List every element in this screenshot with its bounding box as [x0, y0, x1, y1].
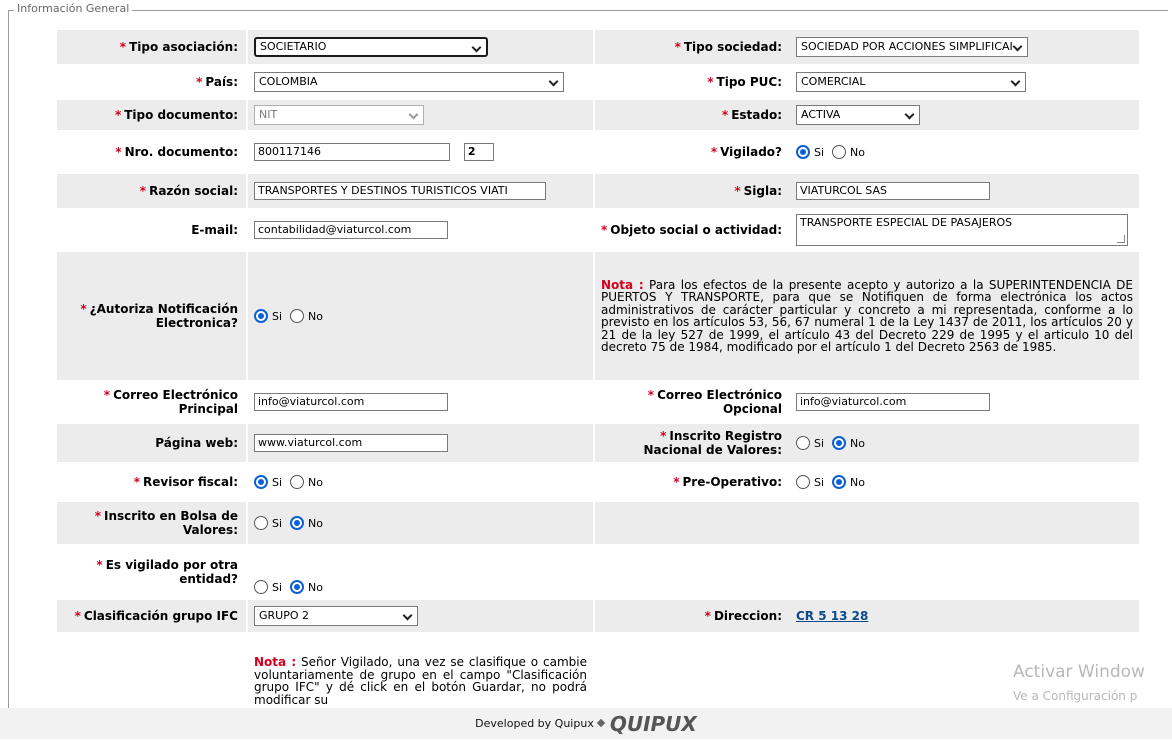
- label-vigilado: * Vigilado?: [594, 130, 790, 174]
- label-pais: * País:: [57, 64, 248, 100]
- vigilado-otra-si-radio[interactable]: [254, 580, 268, 594]
- label-tipo-puc: * Tipo PUC:: [594, 64, 790, 100]
- label-grupo-ifc: * Clasificación grupo IFC: [57, 600, 248, 632]
- activation-watermark-title: Activar Window: [1013, 662, 1145, 682]
- general-info-form: * Tipo asociación: SOCIETARIO * Tipo socie…: [57, 30, 1139, 706]
- tipo-documento-select: NIT: [254, 105, 424, 125]
- chevron-down-icon: [408, 109, 419, 120]
- correo-opcional-input[interactable]: info@viaturcol.com: [796, 393, 990, 411]
- nro-documento-input[interactable]: 800117146: [254, 143, 450, 161]
- vigilado-no-radio[interactable]: [832, 145, 847, 160]
- chevron-down-icon: [402, 610, 413, 621]
- label-tipo-asociacion: * Tipo asociación:: [57, 30, 248, 64]
- tipo-asociacion-select[interactable]: SOCIETARIO: [254, 37, 488, 57]
- label-razon-social: * Razón social:: [57, 174, 248, 208]
- activation-watermark-subtitle: Ve a Configuración p: [1013, 689, 1138, 703]
- label-pre-operativo: * Pre-Operativo:: [594, 462, 790, 502]
- label-objeto-social: * Objeto social o actividad:: [594, 208, 790, 252]
- pre-operativo-no-radio[interactable]: [832, 475, 847, 490]
- correo-principal-input[interactable]: info@viaturcol.com: [254, 393, 448, 411]
- digito-verificacion-input[interactable]: 2: [463, 143, 494, 161]
- label-email: E-mail:: [57, 208, 248, 252]
- bolsa-valores-si-radio[interactable]: [254, 516, 268, 531]
- vigilado-otra-no-radio[interactable]: [290, 580, 305, 594]
- objeto-social-textarea[interactable]: TRANSPORTE ESPECIAL DE PASAJEROS: [796, 214, 1128, 246]
- label-revisor-fiscal: * Revisor fiscal:: [57, 462, 248, 502]
- label-direccion: * Direccion:: [594, 600, 790, 632]
- registro-nacional-no-radio[interactable]: [832, 436, 847, 451]
- tipo-puc-select[interactable]: COMERCIAL: [796, 72, 1026, 92]
- bolsa-valores-no-radio[interactable]: [290, 516, 305, 531]
- label-pagina-web: Página web:: [57, 424, 248, 462]
- label-correo-opcional: * Correo Electrónico Opcional: [594, 380, 790, 424]
- label-vigilado-otra: * Es vigilado por otra entidad?: [57, 544, 248, 600]
- chevron-down-icon: [471, 42, 482, 53]
- pagina-web-input[interactable]: www.viaturcol.com: [254, 434, 448, 452]
- chevron-down-icon: [548, 76, 559, 87]
- chevron-down-icon: [904, 109, 915, 120]
- label-tipo-sociedad: * Tipo sociedad:: [594, 30, 790, 64]
- label-bolsa-valores: * Inscrito en Bolsa de Valores:: [57, 502, 248, 544]
- label-registro-nacional: * Inscrito Registro Nacional de Valores:: [594, 424, 790, 462]
- chevron-down-icon: [1012, 41, 1023, 52]
- tipo-sociedad-select[interactable]: SOCIEDAD POR ACCIONES SIMPLIFICAI: [796, 37, 1028, 57]
- estado-select[interactable]: ACTIVA: [796, 105, 920, 125]
- chevron-down-icon: [1010, 76, 1021, 87]
- sigla-input[interactable]: VIATURCOL SAS: [796, 182, 990, 200]
- registro-nacional-si-radio[interactable]: [796, 436, 810, 451]
- email-input[interactable]: contabilidad@viaturcol.com: [254, 221, 448, 239]
- label-sigla: * Sigla:: [594, 174, 790, 208]
- autoriza-no-radio[interactable]: [290, 309, 305, 324]
- label-autoriza-notificacion: * ¿Autoriza Notificación Electronica?: [57, 252, 248, 380]
- footer: Developed by Quipux QUIPUX: [0, 708, 1172, 739]
- label-tipo-documento: * Tipo documento:: [57, 100, 248, 130]
- quipux-logo: QUIPUX: [609, 711, 697, 736]
- label-nro-documento: * Nro. documento:: [57, 130, 248, 174]
- revisor-fiscal-si-radio[interactable]: [254, 475, 268, 490]
- vigilado-si-radio[interactable]: [796, 145, 810, 160]
- revisor-fiscal-no-radio[interactable]: [290, 475, 305, 490]
- autoriza-si-radio[interactable]: [254, 309, 268, 324]
- pais-select[interactable]: COLOMBIA: [254, 72, 564, 92]
- nota-autorizacion: Nota : Para los efectos de la presente a…: [594, 252, 1139, 380]
- pre-operativo-si-radio[interactable]: [796, 475, 810, 490]
- page: Información General * Tipo asociación: SO…: [0, 0, 1172, 739]
- grupo-ifc-select[interactable]: GRUPO 2: [254, 606, 418, 626]
- resize-grip-icon[interactable]: [1117, 235, 1125, 243]
- section-legend: Información General: [14, 3, 133, 15]
- razon-social-input[interactable]: TRANSPORTES Y DESTINOS TURISTICOS VIATI: [254, 182, 546, 200]
- label-correo-principal: * Correo Electrónico Principal: [57, 380, 248, 424]
- label-estado: * Estado:: [594, 100, 790, 130]
- direccion-link[interactable]: CR 5 13 28: [796, 609, 868, 623]
- nota-grupo-ifc: Nota : Señor Vigilado, una vez se clasif…: [247, 632, 595, 706]
- quipux-diamond-icon: [596, 718, 606, 728]
